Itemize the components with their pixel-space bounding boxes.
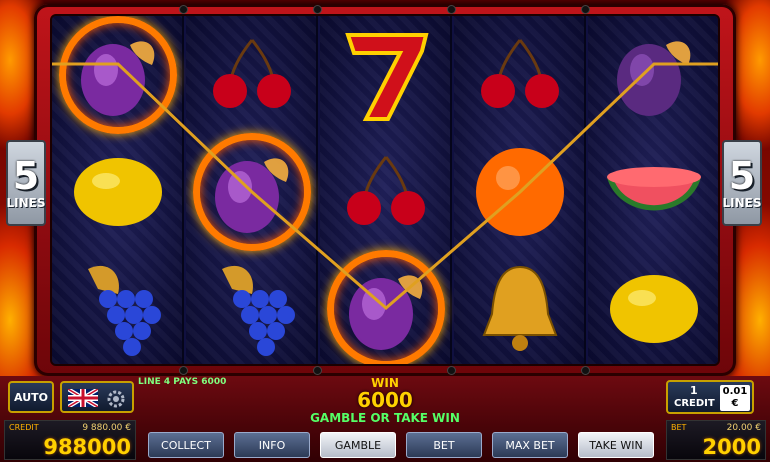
rivet <box>314 367 321 374</box>
lines-count: 5 <box>12 154 40 198</box>
auto-button[interactable]: AUTO <box>8 381 54 413</box>
denomination-count: 1 <box>690 384 698 397</box>
gear-icon <box>107 390 125 408</box>
lines-indicator-left: 5 LINES <box>6 140 46 226</box>
bet-display: BET 20.00 € 2000 <box>666 420 766 460</box>
denomination-value-box: 0.01 € <box>720 385 750 411</box>
lines-label: LINES <box>722 196 762 210</box>
rivet <box>582 367 589 374</box>
info-button[interactable]: INFO <box>234 432 310 458</box>
win-line-4 <box>52 62 718 310</box>
rivet <box>180 367 187 374</box>
uk-flag-icon <box>68 389 98 407</box>
lines-count: 5 <box>728 154 756 198</box>
win-amount: 6000 <box>357 388 413 412</box>
max-bet-button[interactable]: MAX BET <box>492 432 568 458</box>
lines-label: LINES <box>6 196 46 210</box>
bet-button[interactable]: BET <box>406 432 482 458</box>
take-win-button[interactable]: TAKE WIN <box>578 432 654 458</box>
denomination-value: 0.01 <box>722 386 748 397</box>
bet-value: 2000 <box>702 435 761 459</box>
credit-label: CREDIT <box>9 423 39 432</box>
gamble-prompt: GAMBLE OR TAKE WIN <box>310 411 460 425</box>
line-pays-text: LINE 4 PAYS 6000 <box>138 377 227 387</box>
denomination-selector[interactable]: 1 CREDIT 0.01 € <box>666 380 754 414</box>
lines-indicator-right: 5 LINES <box>722 140 762 226</box>
credit-money: 9 880.00 € <box>82 423 131 433</box>
collect-button[interactable]: COLLECT <box>148 432 224 458</box>
rivet <box>180 6 187 13</box>
rivet <box>314 6 321 13</box>
rivet <box>448 367 455 374</box>
denomination-label: CREDIT <box>674 398 715 409</box>
bet-label: BET <box>671 423 687 432</box>
bet-money: 20.00 € <box>726 423 761 433</box>
credit-display: CREDIT 9 880.00 € 988000 <box>4 420 136 460</box>
auto-label: AUTO <box>14 390 48 404</box>
credit-value: 988000 <box>43 435 131 459</box>
language-settings-button[interactable] <box>60 381 134 413</box>
rivet <box>448 6 455 13</box>
rivet <box>582 6 589 13</box>
denomination-currency: € <box>731 398 739 409</box>
gamble-button[interactable]: GAMBLE <box>320 432 396 458</box>
reel-window <box>50 14 720 366</box>
